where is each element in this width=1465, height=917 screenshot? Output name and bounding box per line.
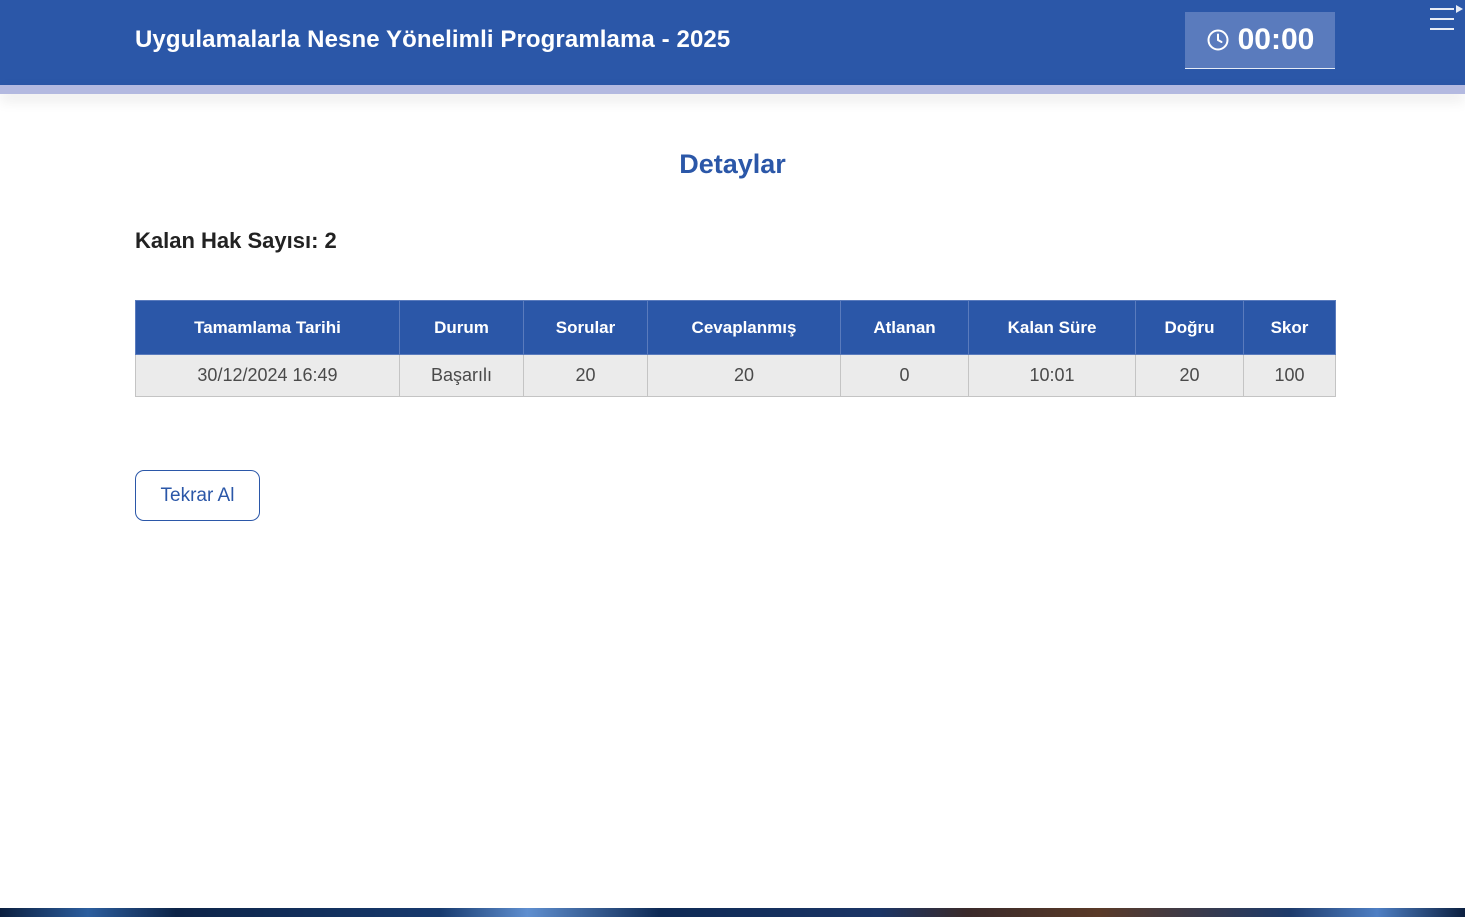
cell-correct: 20 — [1135, 354, 1244, 397]
header-accent-strip — [0, 85, 1465, 94]
section-title: Detaylar — [679, 149, 786, 179]
column-header-questions: Sorular — [523, 300, 648, 355]
column-header-status: Durum — [399, 300, 524, 355]
retry-button[interactable]: Tekrar Al — [135, 470, 260, 521]
timer-value: 00:00 — [1237, 23, 1315, 56]
menu-toggle-button[interactable] — [1428, 4, 1465, 34]
table-row: 30/12/2024 16:49 Başarılı 20 20 0 10:01 … — [135, 354, 1336, 397]
column-header-score: Skor — [1243, 300, 1336, 355]
cell-score: 100 — [1243, 354, 1336, 397]
cell-skipped: 0 — [840, 354, 969, 397]
table-header-row: Tamamlama Tarihi Durum Sorular Cevaplanm… — [135, 300, 1336, 355]
column-header-correct: Doğru — [1135, 300, 1244, 355]
column-header-remaining-time: Kalan Süre — [968, 300, 1136, 355]
cell-questions: 20 — [523, 354, 648, 397]
results-table: Tamamlama Tarihi Durum Sorular Cevaplanm… — [135, 300, 1336, 397]
column-header-skipped: Atlanan — [840, 300, 969, 355]
cell-remaining-time: 10:01 — [968, 354, 1136, 397]
column-header-completion-date: Tamamlama Tarihi — [135, 300, 400, 355]
remaining-attempts: Kalan Hak Sayısı: 2 — [135, 228, 337, 253]
top-bar: Uygulamalarla Nesne Yönelimli Programlam… — [0, 0, 1465, 85]
column-header-answered: Cevaplanmış — [647, 300, 841, 355]
cell-completion-date: 30/12/2024 16:49 — [135, 354, 400, 397]
clock-icon — [1207, 29, 1229, 51]
page-title: Uygulamalarla Nesne Yönelimli Programlam… — [135, 26, 731, 53]
footer-banner-image — [0, 908, 1465, 917]
timer: 00:00 — [1185, 12, 1335, 69]
menu-collapse-icon — [1430, 5, 1463, 30]
cell-status: Başarılı — [399, 354, 524, 397]
cell-answered: 20 — [647, 354, 841, 397]
